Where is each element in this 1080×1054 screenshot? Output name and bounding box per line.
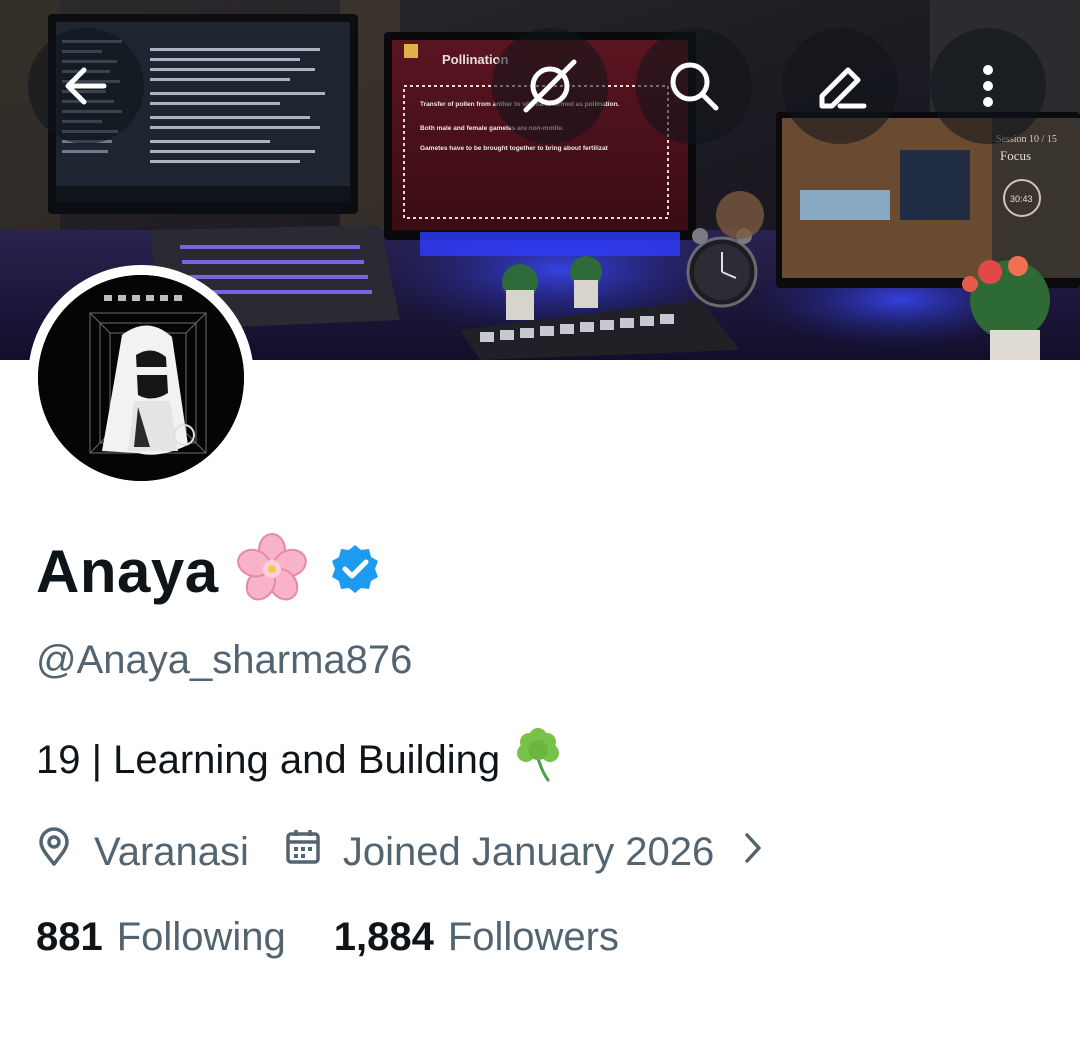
chevron-right-icon[interactable] bbox=[742, 830, 764, 875]
location-text: Varanasi bbox=[94, 829, 249, 874]
followers-link[interactable]: 1,884 Followers bbox=[334, 915, 619, 960]
slide-point: Gametes have to be brought together to b… bbox=[420, 145, 609, 152]
display-name-row: Anaya bbox=[36, 526, 381, 616]
calendar-icon bbox=[285, 828, 321, 876]
shamrock-icon bbox=[512, 728, 564, 792]
display-name: Anaya bbox=[36, 537, 219, 605]
follow-stats: 881 Following 1,884 Followers bbox=[36, 915, 619, 960]
avatar[interactable] bbox=[28, 265, 254, 491]
following-count: 881 bbox=[36, 915, 103, 959]
followers-label: Followers bbox=[447, 915, 619, 959]
more-vertical-icon bbox=[983, 65, 993, 107]
search-button[interactable] bbox=[636, 28, 752, 144]
bio: 19 | Learning and Building bbox=[36, 728, 564, 792]
following-link[interactable]: 881 Following bbox=[36, 915, 286, 960]
user-handle: @Anaya_sharma876 bbox=[36, 638, 413, 682]
location-pin-icon bbox=[36, 827, 72, 877]
bio-text: 19 | Learning and Building bbox=[36, 737, 501, 782]
cherry-blossom-icon bbox=[235, 532, 309, 611]
grok-button[interactable] bbox=[492, 28, 608, 144]
avatar-image bbox=[38, 275, 244, 481]
timer-value: 30:43 bbox=[1010, 194, 1033, 204]
edit-icon bbox=[819, 67, 867, 109]
joined-date: Joined January 2026 bbox=[342, 829, 715, 874]
search-icon bbox=[670, 62, 719, 111]
back-button[interactable] bbox=[28, 28, 144, 144]
timer-label: Focus bbox=[1000, 148, 1031, 163]
followers-count: 1,884 bbox=[333, 915, 434, 959]
profile-meta: Varanasi Joined January 2026 bbox=[36, 822, 764, 882]
verified-badge-icon[interactable] bbox=[329, 543, 381, 600]
grok-icon bbox=[523, 59, 577, 113]
following-label: Following bbox=[116, 915, 286, 959]
arrow-left-icon bbox=[65, 67, 107, 105]
more-button[interactable] bbox=[930, 28, 1046, 144]
edit-button[interactable] bbox=[782, 28, 898, 144]
